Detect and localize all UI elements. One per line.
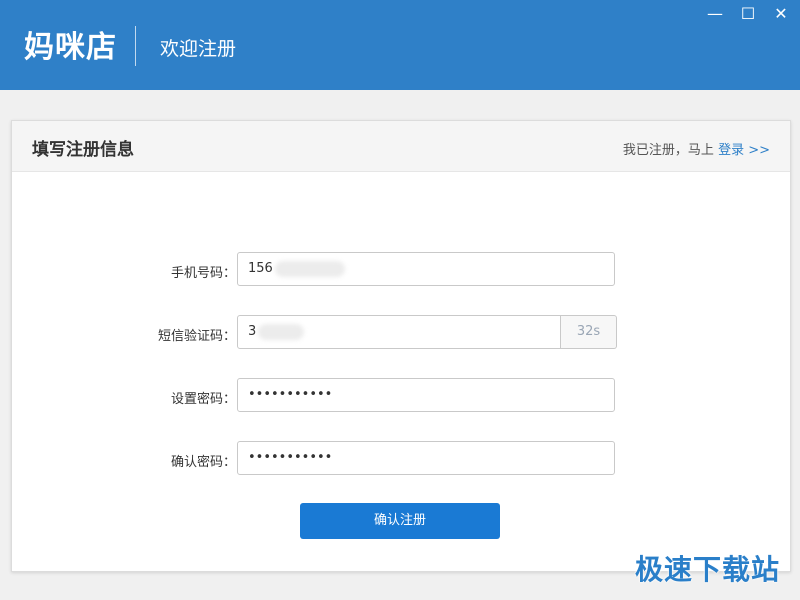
title-divider [135,26,136,66]
sms-code-value: 3 [248,324,257,339]
title-bar: 妈咪店 欢迎注册 — ☐ ✕ [0,0,800,90]
app-logo: 妈咪店 [24,30,117,65]
confirm-password-label: 确认密码： [170,455,236,470]
registration-card: 填写注册信息 我已注册，马上 登录 >> 手机号码： 156 短信验证码： 3 … [11,120,791,572]
phone-input[interactable]: 156 [237,252,615,286]
redacted-mask [258,323,305,340]
confirm-password-input[interactable]: ••••••••••• [237,441,615,475]
phone-label: 手机号码： [170,266,236,281]
login-hint: 我已注册，马上 登录 >> [623,139,770,158]
window-subtitle: 欢迎注册 [160,38,237,60]
submit-register-button[interactable]: 确认注册 [300,503,500,539]
minimize-icon[interactable]: — [705,4,725,24]
sms-code-label: 短信验证码： [157,329,236,344]
sms-countdown-button[interactable]: 32s [561,315,617,349]
login-link[interactable]: 登录 >> [718,143,770,158]
login-prompt: 我已注册，马上 [622,143,714,158]
redacted-mask [274,260,345,277]
card-header: 填写注册信息 我已注册，马上 登录 >> [12,121,790,172]
maximize-icon[interactable]: ☐ [738,4,758,24]
close-icon[interactable]: ✕ [771,4,791,24]
password-input[interactable]: ••••••••••• [237,378,615,412]
password-value: ••••••••••• [248,387,333,402]
confirm-password-value: ••••••••••• [248,450,333,465]
watermark: 极速下载站 [634,553,780,586]
card-title: 填写注册信息 [32,140,134,160]
sms-code-input[interactable]: 3 [237,315,561,349]
phone-value: 156 [248,261,273,276]
password-label: 设置密码： [170,392,236,407]
